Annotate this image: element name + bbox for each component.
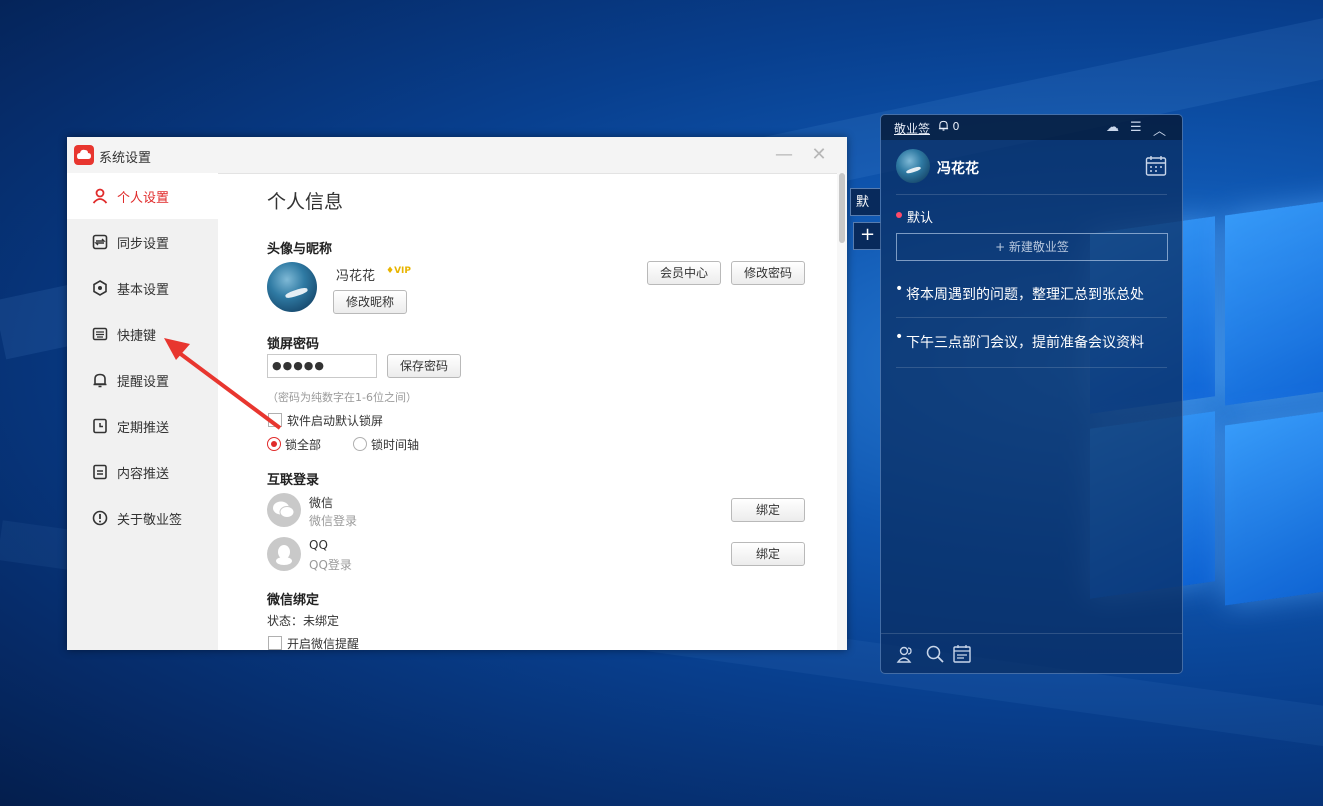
sidebar-item-sync[interactable]: 同步设置	[67, 219, 218, 265]
sidebar-item-personal[interactable]: 个人设置	[67, 173, 218, 219]
lock-timeline-label: 锁时间轴	[371, 438, 420, 452]
title-bar: 系统设置 — ✕	[67, 137, 847, 174]
bell-icon	[938, 120, 949, 131]
sidebar-item-label: 个人设置	[117, 191, 170, 206]
notification-count: 0	[952, 120, 960, 133]
sidebar-item-about[interactable]: 关于敬业签	[67, 495, 218, 541]
add-category-button[interactable]: +	[853, 222, 881, 250]
collapse-chevron-icon[interactable]: ︿	[1153, 120, 1166, 139]
qq-icon	[267, 537, 301, 571]
lock-all-label: 锁全部	[285, 438, 322, 452]
section-heading-login: 互联登录	[267, 473, 320, 488]
auto-lock-label: 软件启动默认锁屏	[287, 414, 384, 428]
section-heading-wechat-bind: 微信绑定	[267, 593, 320, 608]
category-dot	[896, 212, 902, 218]
wechat-icon	[267, 493, 301, 527]
close-button[interactable]: ✕	[807, 143, 831, 167]
change-password-button[interactable]: 修改密码	[731, 261, 805, 285]
sidebar-item-basic[interactable]: 基本设置	[67, 265, 218, 311]
nickname-text: 冯花花	[336, 269, 376, 284]
sticky-notes-widget: 敬业签 0 ☁ ☰ ︿ 冯花花 默认 + 新建敬业签 • 将本周遇到的问题，整理…	[880, 114, 1183, 674]
minimize-button[interactable]: —	[772, 143, 796, 167]
calendar-list-icon[interactable]	[952, 644, 972, 664]
divider	[896, 194, 1167, 195]
cloud-sync-icon[interactable]: ☁	[1106, 120, 1119, 135]
calendar-icon[interactable]	[1145, 155, 1167, 177]
edit-nickname-button[interactable]: 修改昵称	[333, 290, 407, 314]
sidebar-item-label: 内容推送	[117, 467, 170, 482]
note-bullet: •	[895, 281, 904, 297]
save-password-button[interactable]: 保存密码	[387, 354, 461, 378]
menu-icon[interactable]: ☰	[1130, 120, 1142, 135]
lock-timeline-radio[interactable]	[353, 437, 367, 451]
sidebar-item-label: 同步设置	[117, 237, 170, 252]
scrollbar-thumb[interactable]	[839, 173, 845, 243]
wechat-reminder-checkbox[interactable]	[268, 636, 282, 650]
divider	[896, 317, 1167, 318]
wechat-reminder-label: 开启微信提醒	[287, 637, 360, 650]
bind-qq-button[interactable]: 绑定	[731, 542, 805, 566]
contacts-icon[interactable]	[896, 644, 916, 664]
annotation-arrow	[164, 338, 282, 430]
new-note-button[interactable]: + 新建敬业签	[896, 233, 1168, 261]
note-item[interactable]: 将本周遇到的问题，整理汇总到张总处	[906, 284, 1144, 304]
clock-doc-icon	[93, 418, 107, 434]
sidebar-item-label: 关于敬业签	[117, 513, 183, 528]
widget-top-bar: 敬业签 0 ☁ ☰ ︿	[881, 115, 1182, 140]
note-item[interactable]: 下午三点部门会议，提前准备会议资料	[906, 332, 1144, 352]
wechat-name: 微信	[309, 496, 334, 510]
divider	[896, 367, 1167, 368]
sidebar-item-label: 快捷键	[117, 329, 157, 344]
notification-bell[interactable]: 0	[938, 120, 960, 133]
bell-icon	[93, 373, 107, 388]
lock-all-radio[interactable]	[267, 437, 281, 451]
sync-icon	[92, 234, 108, 250]
widget-user-name: 冯花花	[937, 161, 979, 177]
info-icon	[92, 510, 108, 526]
user-icon	[92, 188, 108, 204]
sidebar-item-label: 基本设置	[117, 283, 170, 298]
widget-avatar[interactable]	[896, 149, 930, 183]
tab-default-category[interactable]: 默认	[850, 188, 880, 216]
note-bullet: •	[895, 329, 904, 345]
wechat-sub: 微信登录	[309, 514, 358, 528]
app-logo-icon	[74, 145, 94, 165]
settings-content: 个人信息 头像与昵称 冯花花 ♦VIP 修改昵称 会员中心 修改密码 锁屏密码 …	[218, 173, 837, 650]
avatar[interactable]	[267, 262, 317, 312]
section-heading-avatar: 头像与昵称	[267, 242, 333, 257]
category-label: 默认	[907, 211, 934, 226]
scrollbar[interactable]	[837, 173, 847, 650]
keyboard-icon	[92, 327, 108, 341]
qq-name: QQ	[309, 538, 328, 552]
window-title: 系统设置	[99, 151, 152, 166]
member-center-button[interactable]: 会员中心	[647, 261, 721, 285]
vip-badge: ♦VIP	[386, 266, 411, 276]
page-title: 个人信息	[267, 191, 344, 213]
bind-wechat-button[interactable]: 绑定	[731, 498, 805, 522]
qq-sub: QQ登录	[309, 558, 352, 572]
document-icon	[93, 464, 107, 480]
wechat-bind-status: 状态：未绑定	[267, 614, 340, 628]
hexagon-settings-icon	[93, 280, 107, 296]
search-icon[interactable]	[925, 644, 945, 664]
sidebar-item-content-push[interactable]: 内容推送	[67, 449, 218, 495]
divider	[881, 633, 1182, 634]
widget-title[interactable]: 敬业签	[894, 120, 930, 137]
